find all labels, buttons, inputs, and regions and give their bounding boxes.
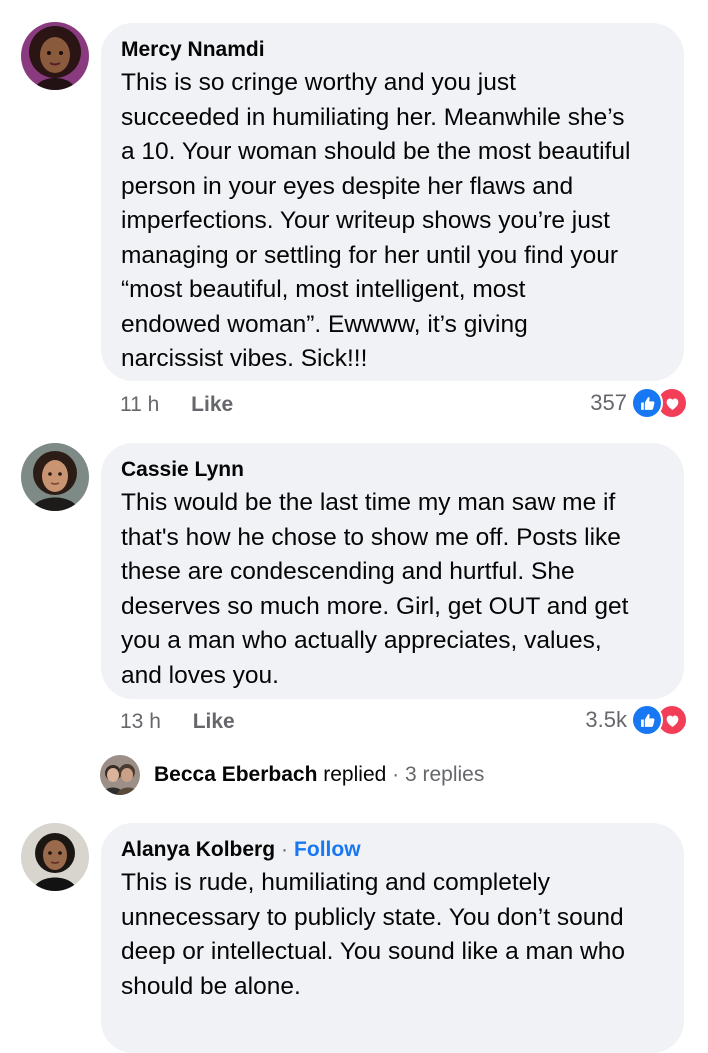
comment-actions: 11 h Like [120,393,233,417]
comment-actions: 13 h Like [120,710,235,734]
comment-text-line: “most beautiful, most intelligent, most [121,276,526,303]
comment-text: This is rude, humiliating and completely… [121,866,664,1004]
comment-text-line: imperfections. Your writeup shows you’re… [121,207,610,234]
comment-text-line: and loves you. [121,661,279,689]
like-button[interactable]: Like [193,710,235,733]
comment-text-line: person in your eyes despite her flaws an… [121,172,574,200]
comment-text-line: unnecessary to publicly state. You don’t… [121,903,624,931]
comment-text-line: succeeded in humiliating her. Meanwhile … [121,103,625,131]
reply-action: replied [317,763,387,786]
comment-text-line: This is rude, humiliating and completely [121,869,550,896]
comment-bubble: Alanya Kolberg · Follow This is rude, humi… [101,823,684,1053]
comment-bubble: Cassie Lynn This would be the last time … [101,443,684,699]
reaction-count: 357 [590,390,627,415]
avatar-alanya-kolberg[interactable] [21,823,89,891]
comment-text-line: that's how he chose to show me off. Post… [121,523,621,551]
like-reaction-icon [631,387,663,419]
replies-summary[interactable]: Becca Eberbach replied · 3 replies [154,763,484,787]
comment-header: Alanya Kolberg · Follow [121,837,664,863]
avatar-becca-eberbach [100,755,140,795]
comment-text-line: deep or intellectual. You sound like a m… [121,938,625,965]
like-reaction-icon [631,704,663,736]
reaction-summary[interactable]: 357 [590,387,688,419]
comment-text: This would be the last time my man saw m… [121,486,664,693]
follow-separator: · [281,838,289,861]
comment-text-line: This is so cringe worthy and you just [121,69,516,96]
comment-text-line: This would be the last time my man saw m… [121,489,616,516]
comment-text-line: you a man who actually appreciates, valu… [121,627,602,654]
comment-text-line: these are condescending and hurtful. She [121,558,575,585]
follow-button[interactable]: Follow [294,838,361,861]
comment-timestamp[interactable]: 11 h [120,393,159,416]
comment-timestamp[interactable]: 13 h [120,710,161,733]
reaction-count: 3.5k [585,707,627,732]
reply-separator: · [386,763,405,786]
comment-author[interactable]: Cassie Lynn [121,458,244,481]
comment-text: This is so cringe worthy and you just su… [121,66,664,377]
comment-bubble: Mercy Nnamdi This is so cringe worthy an… [101,23,684,381]
reaction-summary[interactable]: 3.5k [585,704,688,736]
comment-author[interactable]: Mercy Nnamdi [121,38,265,61]
comment-text-line: deserves so much more. Girl, get OUT and… [121,592,629,620]
reply-author: Becca Eberbach [154,763,318,786]
comment-text-line: narcissist vibes. Sick!!! [121,345,368,372]
comment-text-line: managing or settling for her until you f… [121,241,619,269]
comment-text-line: should be alone. [121,972,301,1000]
comment-text-line: a 10. Your woman should be the most beau… [121,138,631,165]
comment-text-line: endowed woman”. Ewwww, it’s giving [121,310,528,338]
avatar-cassie-lynn[interactable] [21,443,89,511]
comment-author[interactable]: Alanya Kolberg [121,838,275,861]
like-button[interactable]: Like [191,393,233,416]
replies-count: 3 replies [404,763,485,786]
avatar-mercy-nnamdi[interactable] [21,22,89,90]
view-replies[interactable]: Becca Eberbach replied · 3 replies [100,755,484,795]
